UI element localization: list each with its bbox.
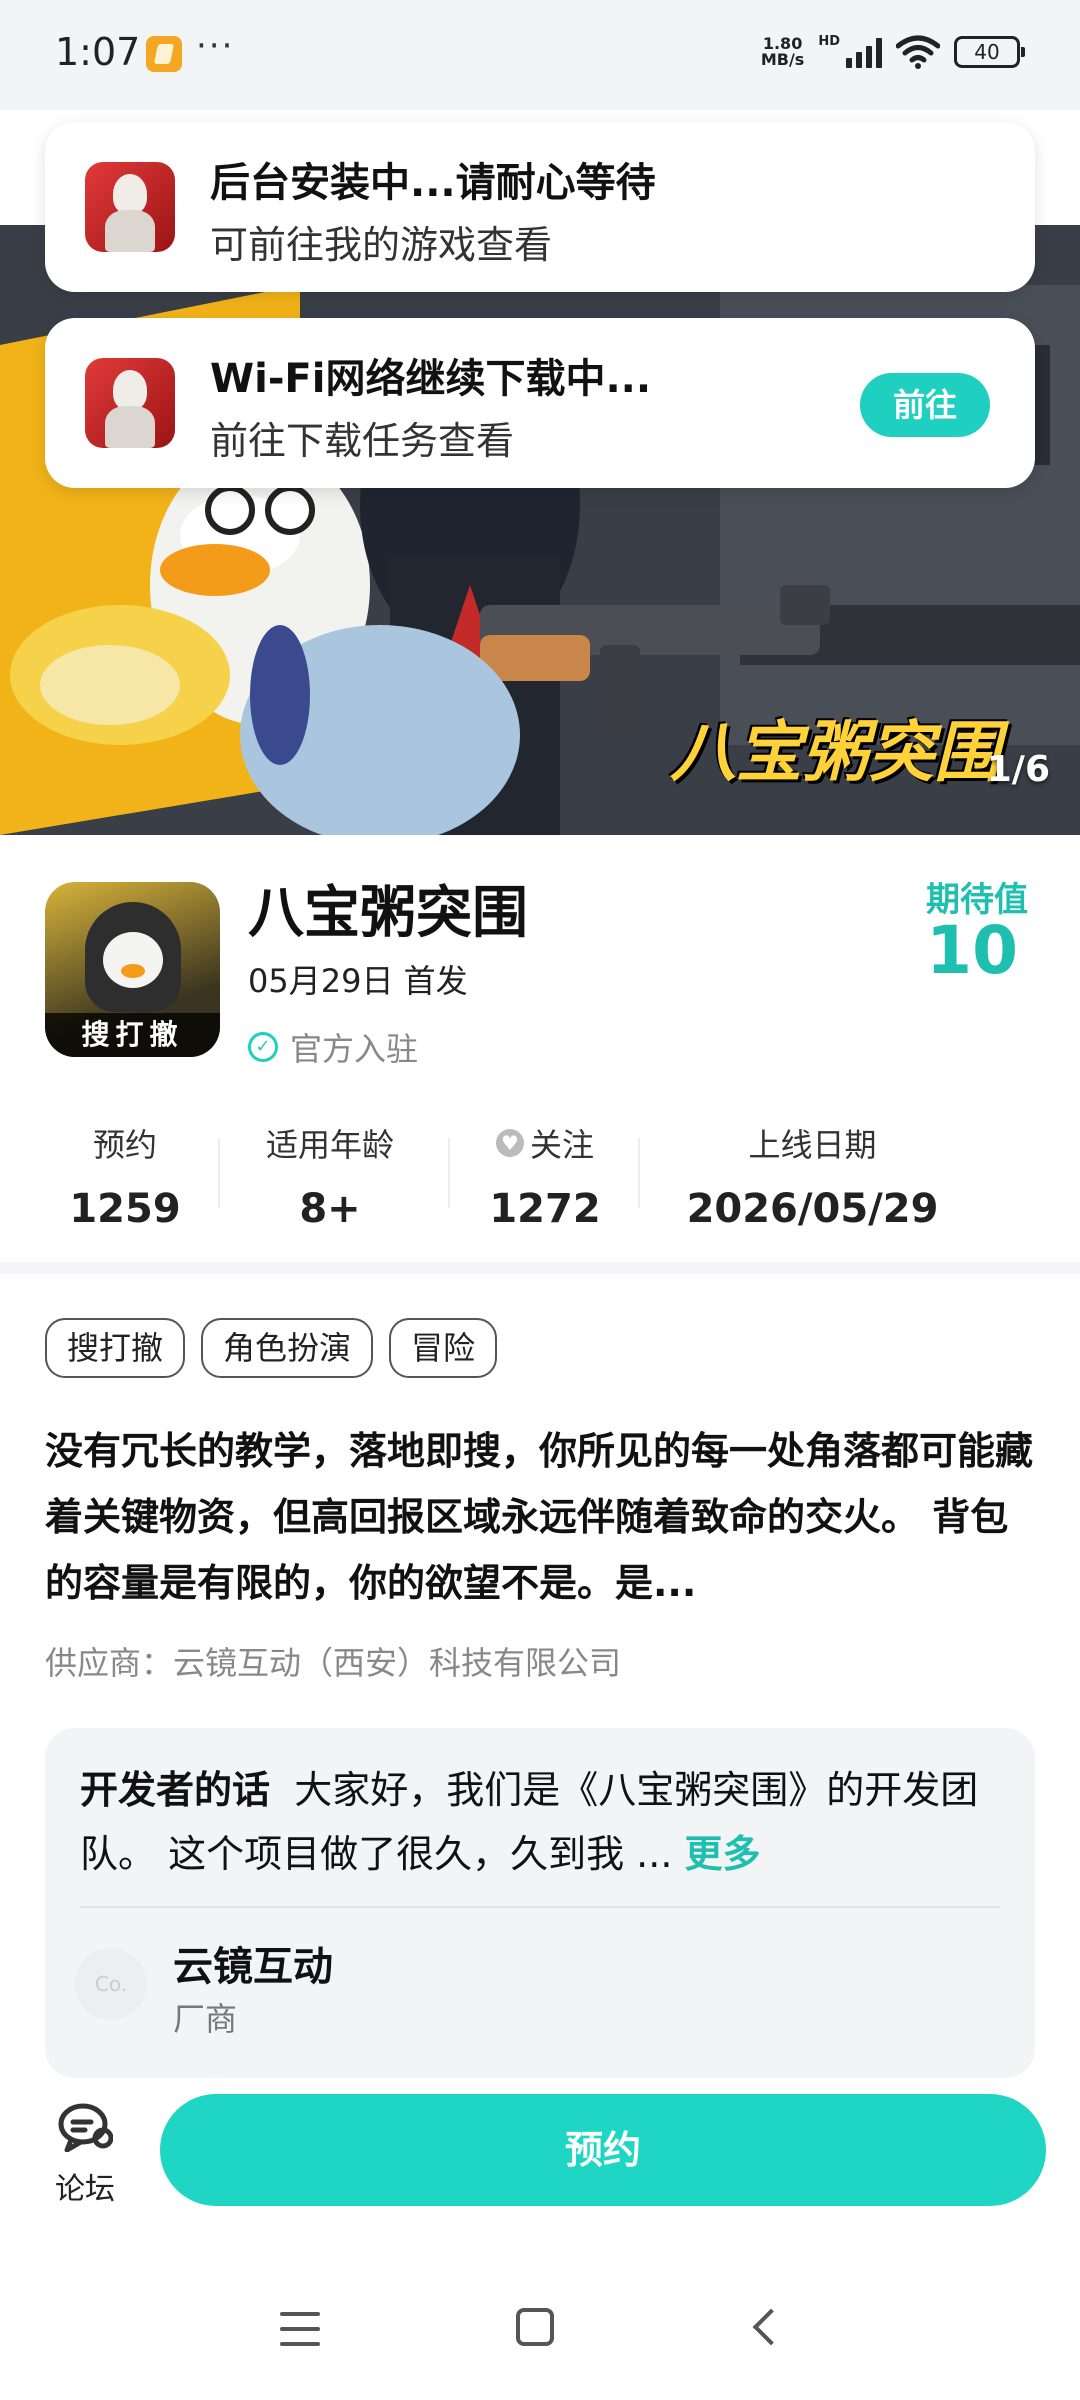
chat-bubble-icon: [58, 2103, 114, 2153]
section-divider: [0, 1262, 1080, 1274]
game-description[interactable]: 没有冗长的教学，落地即搜，你所见的每一处角落都可能藏着关键物资，但高回报区域永远…: [45, 1418, 1040, 1616]
app-icon: [85, 162, 175, 252]
install-toast[interactable]: 后台安装中...请耐心等待 可前往我的游戏查看: [45, 122, 1035, 292]
divider: [218, 1138, 220, 1208]
home-icon[interactable]: [516, 2308, 554, 2346]
more-link[interactable]: 更多: [685, 1832, 761, 1876]
battery-icon: 40: [954, 36, 1025, 68]
stat-label: 上线日期: [748, 1126, 877, 1164]
back-icon[interactable]: [752, 2308, 790, 2346]
hd-icon: HD: [818, 34, 840, 49]
network-speed: 1.80 MB/s: [761, 36, 804, 68]
banner-title: 八宝粥突围: [670, 714, 1000, 791]
tag-chip[interactable]: 搜打撤: [45, 1318, 186, 1378]
official-label: 官方入驻: [290, 1030, 419, 1068]
status-time: 1:07: [55, 30, 141, 74]
menu-icon[interactable]: [280, 2312, 320, 2346]
developer-name[interactable]: 云镜互动: [173, 1934, 333, 1992]
forum-label: 论坛: [55, 2172, 115, 2207]
bottom-action-bar: 论坛 预约: [0, 2080, 1080, 2230]
install-toast-subtitle: 可前往我的游戏查看: [210, 223, 553, 267]
network-speed-unit: MB/s: [760, 50, 805, 69]
forum-button[interactable]: 论坛: [45, 2102, 125, 2208]
game-title: 八宝粥突围: [248, 881, 528, 946]
status-bar: 1:07 ··· 1.80 MB/s HD 40: [0, 0, 1080, 110]
developer-role: 厂商: [173, 2000, 238, 2038]
status-indicators: 1.80 MB/s HD 40: [761, 34, 1025, 70]
download-toast[interactable]: Wi-Fi网络继续下载中... 前往下载任务查看 前往: [45, 318, 1035, 488]
stat-value: 1259: [69, 1186, 181, 1226]
divider: [448, 1138, 450, 1208]
tag-chip[interactable]: 角色扮演: [201, 1318, 374, 1378]
more-notifications-icon: ···: [196, 26, 235, 66]
download-toast-subtitle: 前往下载任务查看: [210, 419, 515, 463]
game-icon: 搜打撤: [45, 882, 220, 1057]
stat-label: 关注: [529, 1126, 594, 1164]
stat-reservations: 预约 1259: [40, 1120, 210, 1226]
check-circle-icon: ✓: [248, 1032, 278, 1062]
system-nav-bar: [0, 2240, 1080, 2400]
developer-note-label: 开发者的话: [80, 1768, 271, 1812]
stat-value: 1272: [489, 1186, 601, 1226]
tag-chip[interactable]: 冒险: [389, 1318, 498, 1378]
developer-card[interactable]: 开发者的话 大家好，我们是《八宝粥突围》的开发团队。 这个项目做了很久，久到我 …: [45, 1728, 1035, 2078]
supplier: 供应商：云镜互动（西安）科技有限公司: [45, 1644, 622, 1682]
game-banner[interactable]: 八宝粥突围 1/6: [0, 225, 1080, 835]
banner-page-counter: 1/6: [986, 749, 1050, 790]
stat-launch-date: 上线日期 2026/05/29: [660, 1120, 965, 1226]
install-toast-title: 后台安装中...请耐心等待: [210, 160, 656, 206]
stats-row: 预约 1259 适用年龄 8+ ♥ 关注 1272 上线日期 2026/05/2…: [0, 1120, 1080, 1230]
stat-age: 适用年龄 8+: [240, 1120, 420, 1226]
divider: [638, 1138, 640, 1208]
stat-label: 预约: [92, 1126, 157, 1164]
stat-label: 适用年龄: [265, 1126, 394, 1164]
go-button[interactable]: 前往: [860, 373, 990, 437]
stat-value: 8+: [299, 1186, 361, 1226]
heart-icon: ♥: [495, 1129, 524, 1157]
developer-note: 开发者的话 大家好，我们是《八宝粥突围》的开发团队。 这个项目做了很久，久到我 …: [80, 1758, 1000, 1886]
game-icon-tag: 搜打撤: [45, 1013, 220, 1057]
wifi-icon: [896, 35, 940, 69]
official-badge: ✓ 官方入驻: [248, 1024, 418, 1070]
signal-icon: [846, 36, 882, 68]
stat-follow[interactable]: ♥ 关注 1272: [460, 1120, 630, 1226]
reserve-button[interactable]: 预约: [160, 2094, 1046, 2206]
tag-list: 搜打撤 角色扮演 冒险: [45, 1318, 498, 1378]
divider: [80, 1906, 1000, 1908]
release-date: 05月29日 首发: [248, 962, 468, 1000]
notification-app-icon: [146, 36, 182, 72]
app-icon: [85, 358, 175, 448]
stat-value: 2026/05/29: [686, 1186, 939, 1226]
expect-value: 10: [926, 912, 1018, 989]
developer-avatar[interactable]: Co.: [75, 1948, 147, 2020]
download-toast-title: Wi-Fi网络继续下载中...: [210, 356, 652, 402]
